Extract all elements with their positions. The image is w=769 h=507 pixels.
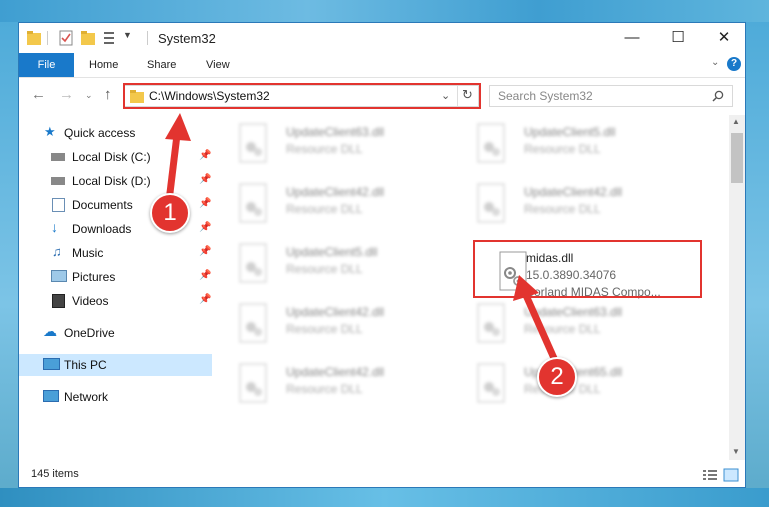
arrow-1-head <box>165 113 191 141</box>
file-explorer-window: ▼ System32 — ☐ ✕ File Home Share View ⌄ … <box>18 22 746 488</box>
arrow-1-shaft <box>165 134 181 202</box>
annotation-arrows <box>165 113 561 367</box>
step-badge-2: 2 <box>537 357 577 397</box>
arrow-2-shaft <box>521 291 561 367</box>
step-badge-1: 1 <box>150 193 190 233</box>
desktop-background-top <box>0 0 769 22</box>
desktop-background-bottom <box>0 488 769 507</box>
